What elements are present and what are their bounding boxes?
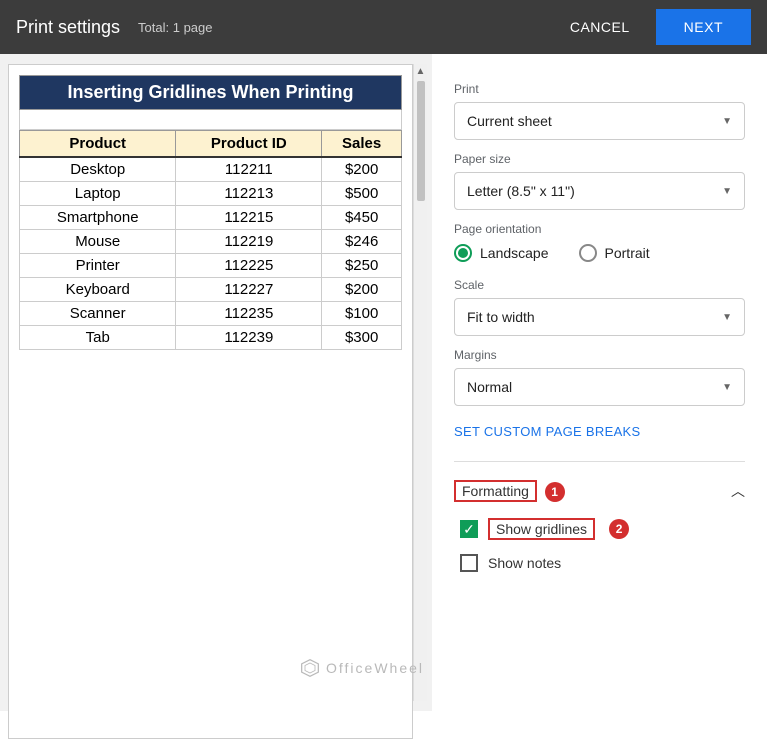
table-cell: $200 (322, 278, 402, 302)
table-cell: $250 (322, 254, 402, 278)
table-cell: $450 (322, 206, 402, 230)
col-header: Product (20, 131, 176, 158)
show-notes-label: Show notes (488, 555, 561, 571)
table-row: Printer112225$250 (20, 254, 402, 278)
print-label: Print (454, 82, 745, 96)
table-cell: $200 (322, 157, 402, 182)
chevron-up-icon: ︿ (731, 481, 745, 501)
cancel-button[interactable]: CANCEL (552, 9, 648, 45)
table-row: Mouse112219$246 (20, 230, 402, 254)
table-cell: $246 (322, 230, 402, 254)
table-cell: Desktop (20, 157, 176, 182)
annotation-badge: 1 (545, 482, 565, 502)
table-row: Keyboard112227$200 (20, 278, 402, 302)
table-cell: Printer (20, 254, 176, 278)
print-preview: Inserting Gridlines When Printing Produc… (0, 54, 432, 711)
table-cell: Scanner (20, 302, 176, 326)
table-row: Tab112239$300 (20, 326, 402, 350)
show-gridlines-checkbox[interactable]: ✓ (460, 520, 478, 538)
radio-unselected-icon (579, 244, 597, 262)
table-cell: Keyboard (20, 278, 176, 302)
formatting-label: Formatting (462, 483, 529, 499)
table-cell: 112219 (176, 230, 322, 254)
table-cell: $100 (322, 302, 402, 326)
settings-panel: Print Current sheet ▼ Paper size Letter … (432, 54, 767, 711)
table-cell: 112215 (176, 206, 322, 230)
formatting-section-header[interactable]: Formatting 1 ︿ (454, 478, 745, 504)
table-cell: Tab (20, 326, 176, 350)
table-cell: $500 (322, 182, 402, 206)
paper-size-dropdown[interactable]: Letter (8.5" x 11") ▼ (454, 172, 745, 210)
preview-scrollbar[interactable]: ▲ (413, 64, 427, 701)
margins-value: Normal (467, 379, 512, 395)
preview-sheet: Inserting Gridlines When Printing Produc… (8, 64, 413, 739)
col-header: Sales (322, 131, 402, 158)
divider (454, 461, 745, 462)
show-gridlines-label: Show gridlines (496, 521, 587, 537)
print-value: Current sheet (467, 113, 552, 129)
annotation-box: Formatting (454, 480, 537, 502)
radio-label: Portrait (605, 245, 650, 261)
page-total: Total: 1 page (138, 20, 212, 35)
annotation-badge: 2 (609, 519, 629, 539)
table-row: Scanner112235$100 (20, 302, 402, 326)
scale-label: Scale (454, 278, 745, 292)
caret-down-icon: ▼ (722, 186, 732, 197)
caret-down-icon: ▼ (722, 116, 732, 127)
table-cell: 112225 (176, 254, 322, 278)
sheet-title: Inserting Gridlines When Printing (19, 75, 402, 110)
annotation-box: Show gridlines (488, 518, 595, 540)
scroll-up-icon[interactable]: ▲ (416, 64, 426, 79)
margins-label: Margins (454, 348, 745, 362)
table-cell: Mouse (20, 230, 176, 254)
scroll-thumb[interactable] (417, 81, 425, 201)
table-cell: Laptop (20, 182, 176, 206)
page-title: Print settings (16, 17, 120, 38)
caret-down-icon: ▼ (722, 382, 732, 393)
table-cell: Smartphone (20, 206, 176, 230)
show-notes-checkbox[interactable] (460, 554, 478, 572)
orientation-landscape-radio[interactable]: Landscape (454, 244, 549, 262)
set-custom-page-breaks-button[interactable]: SET CUSTOM PAGE BREAKS (454, 424, 640, 439)
margins-dropdown[interactable]: Normal ▼ (454, 368, 745, 406)
caret-down-icon: ▼ (722, 312, 732, 323)
radio-selected-icon (454, 244, 472, 262)
orientation-label: Page orientation (454, 222, 745, 236)
top-bar: Print settings Total: 1 page CANCEL NEXT (0, 0, 767, 54)
paper-size-label: Paper size (454, 152, 745, 166)
table-cell: $300 (322, 326, 402, 350)
table-cell: 112213 (176, 182, 322, 206)
data-table: Product Product ID Sales Desktop112211$2… (19, 130, 402, 350)
table-row: Smartphone112215$450 (20, 206, 402, 230)
paper-size-value: Letter (8.5" x 11") (467, 183, 575, 199)
table-row: Desktop112211$200 (20, 157, 402, 182)
table-cell: 112235 (176, 302, 322, 326)
scale-dropdown[interactable]: Fit to width ▼ (454, 298, 745, 336)
table-cell: 112211 (176, 157, 322, 182)
table-cell: 112239 (176, 326, 322, 350)
next-button[interactable]: NEXT (656, 9, 751, 45)
table-cell: 112227 (176, 278, 322, 302)
scale-value: Fit to width (467, 309, 535, 325)
col-header: Product ID (176, 131, 322, 158)
print-dropdown[interactable]: Current sheet ▼ (454, 102, 745, 140)
orientation-portrait-radio[interactable]: Portrait (579, 244, 650, 262)
table-row: Laptop112213$500 (20, 182, 402, 206)
radio-label: Landscape (480, 245, 549, 261)
